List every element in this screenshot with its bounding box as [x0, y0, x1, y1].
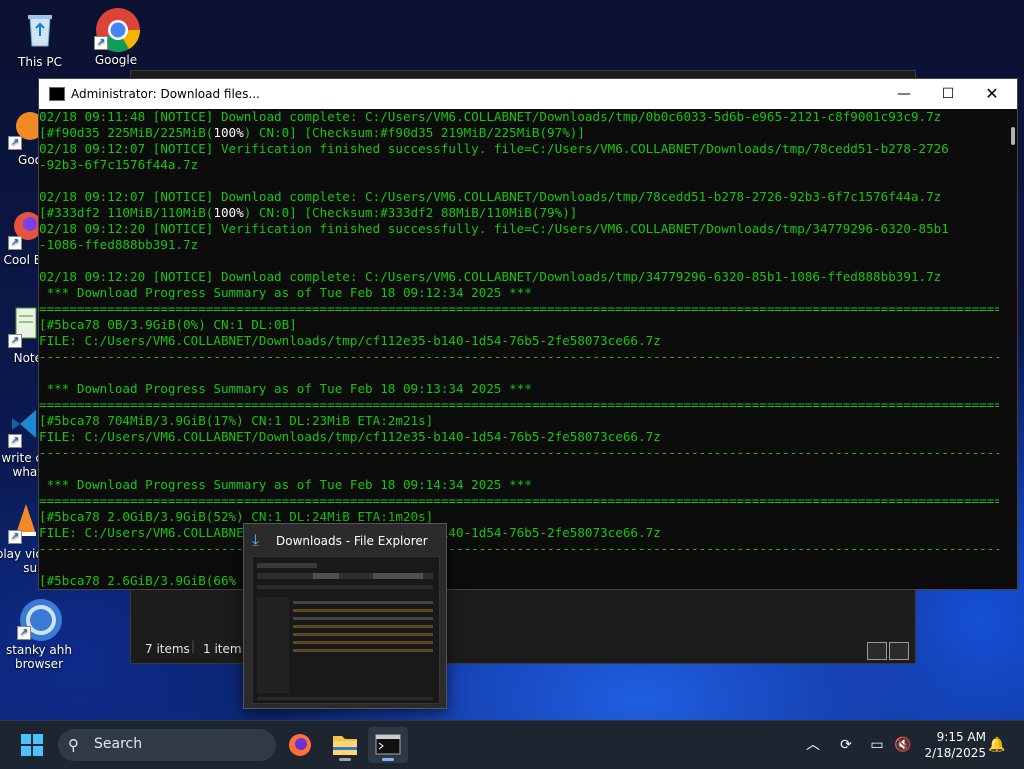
taskbar-thumbnail-preview[interactable]: ⤓ Downloads - File Explorer [243, 523, 447, 709]
desktop-icon-label: Google [94, 53, 138, 67]
chrome-icon: ↗ [94, 6, 140, 52]
terminal-line: FILE: C:/Users/VM6.COLLABNET/Downloads/t… [39, 429, 661, 444]
desktop-icon-goo[interactable]: ↗ Goo [0, 106, 44, 167]
title-bar[interactable]: Administrator: Download files... — ☐ ✕ [39, 79, 1017, 109]
terminal-line: *** Download Progress Summary as of Tue … [39, 381, 532, 396]
terminal-line: ----------------------------------------… [39, 349, 999, 364]
terminal-line: *** Download Progress Summary as of Tue … [39, 477, 532, 492]
desktop-icon-label: Goo [18, 153, 42, 167]
desktop-icon-label: Cool B [3, 253, 42, 267]
close-button[interactable]: ✕ [969, 79, 1015, 109]
shortcut-arrow-icon: ↗ [8, 334, 22, 348]
shortcut-arrow-icon: ↗ [8, 530, 22, 544]
terminal-line: [#f90d35 225MiB/225MiB(100%) CN:0] [Chec… [39, 125, 585, 140]
desktop-icon-play-video[interactable]: ↗ play vic sur [0, 500, 42, 575]
taskbar-firefox[interactable] [280, 727, 320, 763]
notepad-icon: ↗ [8, 304, 38, 348]
active-indicator [382, 758, 394, 761]
clock-date: 2/18/2025 [924, 746, 986, 760]
window-title: Administrator: Download files... [71, 87, 260, 101]
taskbar-file-explorer[interactable] [325, 727, 365, 763]
desktop-icon-label: stanky ahh browser [6, 643, 72, 671]
app-icon: ↗ [8, 106, 44, 150]
search-box[interactable]: ⚲ Search [58, 729, 276, 761]
scrollbar-thumb[interactable] [1011, 127, 1015, 145]
terminal-line: FILE: C:/Users/VM6.COLLABNET/Downloads/t… [39, 525, 661, 540]
details-view-button[interactable] [867, 642, 887, 660]
volume-muted-icon[interactable]: 🔇 [892, 721, 914, 769]
vlc-icon: ↗ [8, 500, 38, 544]
terminal-line: 02/18 09:11:48 [NOTICE] Download complet… [39, 109, 942, 124]
terminal-line: [#5bca78 2.0GiB/3.9GiB(52%) CN:1 DL:24Mi… [39, 509, 434, 524]
terminal-line: -1086-ffed888bb391.7z [39, 237, 199, 252]
terminal-line: [#333df2 110MiB/110MiB(100%) CN:0] [Chec… [39, 205, 578, 220]
shortcut-arrow-icon: ↗ [8, 236, 22, 250]
thumbnail-title: Downloads - File Explorer [276, 534, 428, 548]
terminal-line: ========================================… [39, 493, 999, 508]
shortcut-arrow-icon: ↗ [17, 626, 31, 640]
terminal-window[interactable]: Administrator: Download files... — ☐ ✕ 0… [38, 78, 1018, 590]
desktop-icon-label: write c what [1, 451, 42, 479]
start-button[interactable] [12, 727, 52, 763]
shortcut-arrow-icon: ↗ [94, 36, 108, 50]
minimize-button[interactable]: — [881, 79, 927, 109]
terminal-line: [#5bca78 2.6GiB/3.9GiB(66% [39, 573, 237, 588]
display-icon[interactable]: ▭ [864, 721, 890, 769]
desktop-icon-label: This PC [18, 55, 62, 69]
download-icon: ⤓ [252, 530, 260, 549]
firefox-icon [289, 734, 311, 756]
terminal-line: ----------------------------------------… [39, 445, 999, 460]
terminal-line: ========================================… [39, 301, 999, 316]
desktop-icon-stanky-browser[interactable]: ↗ stanky ahh browser [0, 596, 78, 671]
shortcut-arrow-icon: ↗ [8, 136, 22, 150]
vscode-icon: ↗ [8, 404, 38, 448]
search-label: Search [94, 736, 143, 752]
windows-logo-icon [21, 734, 43, 756]
items-count: 7 items [145, 642, 190, 656]
show-hidden-icons-button[interactable]: ︿ [802, 721, 824, 769]
desktop-icon-label: play vic sur [0, 547, 42, 575]
firefox-icon: ↗ [8, 206, 42, 250]
shortcut-arrow-icon: ↗ [8, 434, 22, 448]
desktop-icon-write-code[interactable]: ↗ write c what [0, 404, 42, 479]
terminal-icon [49, 87, 65, 101]
desktop-icon-notepad[interactable]: ↗ Note [0, 304, 42, 365]
notifications-bell-icon[interactable]: 🔔 [986, 721, 1008, 769]
terminal-line: [#5bca78 0B/3.9GiB(0%) CN:1 DL:0B] [39, 317, 297, 332]
terminal-line: FILE: C:/Users/VM6.COLLABNET/Downloads/t… [39, 333, 661, 348]
recycle-bin-icon [18, 8, 62, 52]
desktop-icon-cool-browser[interactable]: ↗ Cool B [0, 206, 42, 267]
terminal-line: 02/18 09:12:07 [NOTICE] Verification fin… [39, 141, 949, 156]
clock-time: 9:15 AM [936, 730, 986, 744]
terminal-line: [#5bca78 704MiB/3.9GiB(17%) CN:1 DL:23Mi… [39, 413, 434, 428]
maximize-button[interactable]: ☐ [925, 79, 971, 109]
open-indicator [339, 758, 351, 761]
sync-icon[interactable]: ⟳ [832, 721, 860, 769]
search-icon: ⚲ [68, 736, 79, 754]
desktop-icon-label: Note [13, 351, 42, 365]
desktop-icon-google-chrome[interactable]: ↗ Google [76, 6, 156, 67]
terminal-line: 02/18 09:12:07 [NOTICE] Download complet… [39, 189, 942, 204]
taskbar: ⚲ Search ︿ ⟳ ▭ 🔇 9:15 AM 2/18/2025 🔔 [0, 720, 1024, 769]
terminal-line: -92b3-6f7c1576f44a.7z [39, 157, 199, 172]
terminal-output[interactable]: 02/18 09:11:48 [NOTICE] Download complet… [39, 109, 999, 589]
terminal-line: 02/18 09:12:20 [NOTICE] Download complet… [39, 269, 942, 284]
taskbar-terminal[interactable] [368, 727, 408, 763]
terminal-line: ----------------------------------------… [39, 541, 999, 556]
clock[interactable]: 9:15 AM 2/18/2025 [916, 729, 986, 761]
window-preview [252, 556, 440, 704]
terminal-line: 02/18 09:12:20 [NOTICE] Verification fin… [39, 221, 949, 236]
terminal-line: *** Download Progress Summary as of Tue … [39, 285, 532, 300]
tiles-view-button[interactable] [889, 642, 909, 660]
browser-icon: ↗ [17, 596, 62, 641]
terminal-line: ========================================… [39, 397, 999, 412]
desktop-icon-this-pc[interactable]: This PC [0, 8, 80, 69]
